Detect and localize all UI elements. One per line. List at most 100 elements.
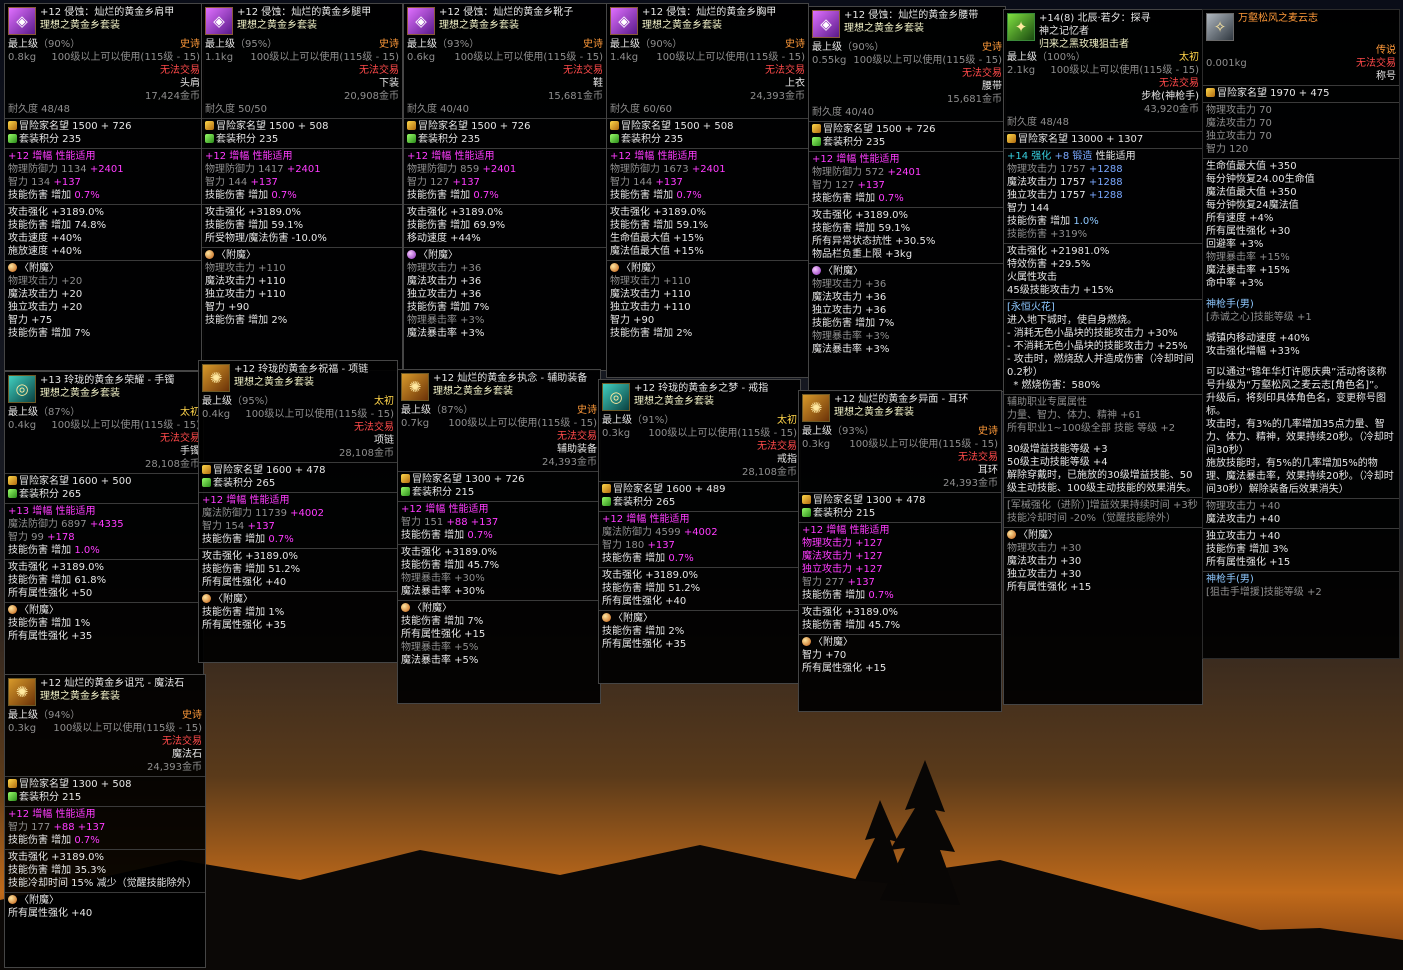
- item-slot: 腰带: [982, 81, 1002, 92]
- item-enchant-line: 独立攻击力 +20: [8, 302, 83, 313]
- item-set-points: 套装积分 235: [418, 134, 481, 145]
- item-req: 100级以上可以使用(115级 - 15): [849, 439, 998, 450]
- enchant-icon: [8, 263, 17, 272]
- item-stat: 移动速度 +44%: [407, 233, 481, 244]
- item-enchant-line: 技能伤害 增加 2%: [205, 315, 288, 326]
- job-attr-1: 力量、智力、体力、精神 +61: [1007, 410, 1142, 421]
- item-skill-dmg-val: 0.7%: [74, 835, 100, 846]
- eternal-spark-text: 进入地下城时，使自身燃烧。 - 消耗无色小晶块的技能攻击力 +30% - 不消耗…: [1007, 315, 1194, 391]
- shoes-icon: ◈: [407, 7, 435, 35]
- item-notrade: 无法交易: [359, 65, 399, 76]
- item-amp: +12 增幅 性能适用: [202, 495, 290, 506]
- title-notrade: 无法交易: [1356, 58, 1396, 69]
- item-set-points: 套装积分 265: [613, 497, 676, 508]
- title-eff-7: 回避率 +3%: [1206, 239, 1264, 250]
- item-skill-dmg-val: 0.7%: [74, 190, 100, 201]
- title-eff-6: 所有属性强化 +30: [1206, 226, 1291, 237]
- tooltip-weapon: ✦ +14(8) 北辰·若夕：探寻 神之记忆者 归来之黑玫瑰狙击者 最上级（10…: [1003, 9, 1203, 705]
- item-enchant-line: 魔法暴击率 +5%: [401, 655, 479, 666]
- title-crit-mag: 魔法暴击率 +15%: [1206, 265, 1290, 276]
- item-skill-dmg: 技能伤害 增加: [401, 530, 468, 541]
- amp-line: 魔法攻击力 +127: [802, 551, 883, 562]
- item-stat: 技能伤害 增加 45.7%: [802, 620, 901, 631]
- weapon-rarity: 太初: [1179, 52, 1199, 63]
- item-enchant-line: 物理攻击力 +110: [610, 276, 691, 287]
- title-weight: 0.001kg: [1206, 58, 1247, 69]
- fame-icon: [812, 124, 821, 133]
- item-skill-dmg: 技能伤害 增加: [812, 193, 879, 204]
- item-stat: 技能伤害 增加 51.2%: [602, 583, 701, 594]
- title-eff-4: 每分钟恢复24魔法值: [1206, 200, 1299, 211]
- item-stat: 施放速度 +40%: [8, 246, 82, 257]
- item-enchant-line: 魔法暴击率 +3%: [407, 328, 485, 339]
- item-set-points: 套装积分 265: [213, 478, 276, 489]
- item-weight: 0.3kg: [602, 428, 631, 439]
- enchant-icon: [610, 263, 619, 272]
- item-stat: 所有异常状态抗性 +30.5%: [812, 236, 936, 247]
- item-stat: 所受物理/魔法伤害 -10.0%: [205, 233, 327, 244]
- item-skill-dmg-val: 0.7%: [268, 534, 294, 545]
- item-fame: 冒险家名望 1300 + 478: [813, 495, 926, 506]
- weapon-level: 最上级: [1007, 52, 1037, 63]
- item-price: 15,681金币: [548, 91, 603, 102]
- item-stat: 技能伤害 增加 59.1%: [205, 220, 304, 231]
- item-pct: （90%）: [640, 39, 683, 50]
- item-amp: +12 增幅 性能适用: [407, 151, 495, 162]
- item-defense: 物理防御力 1134: [8, 164, 90, 175]
- weapon-weight: 2.1kg: [1007, 65, 1036, 76]
- item-pct: （90%）: [38, 39, 81, 50]
- item-enchant-line: 智力 +90: [205, 302, 250, 313]
- title-base-3: 独立攻击力 70: [1206, 131, 1272, 142]
- item-enchant-title: 〈附魔〉: [19, 895, 59, 906]
- item-name: +12 侵蚀：灿烂的黄金乡腿甲: [237, 7, 372, 18]
- item-defense: 物理防御力 572: [812, 167, 888, 178]
- item-enchant-line: 技能伤害 增加 1%: [202, 607, 285, 618]
- item-slot: 魔法石: [172, 749, 202, 760]
- item-defense-bonus: +2401: [887, 167, 922, 178]
- title-eff-2: 每分钟恢复24.00生命值: [1206, 174, 1315, 185]
- title-ex-all: 所有属性强化 +15: [1206, 557, 1291, 568]
- item-notrade: 无法交易: [757, 441, 797, 452]
- title-slot: 称号: [1376, 71, 1396, 82]
- item-int: 智力 144: [205, 177, 251, 188]
- title-eff-3: 魔法值最大值 +350: [1206, 187, 1297, 198]
- weapon-req: 100级以上可以使用(115级 - 15): [1050, 65, 1199, 76]
- item-pct: （95%）: [235, 39, 278, 50]
- item-int: 智力 277: [802, 577, 848, 588]
- item-defense: 魔法防御力 11739: [202, 508, 291, 519]
- item-stat: 技能伤害 增加 74.8%: [8, 220, 107, 231]
- item-level: 最上级: [8, 39, 38, 50]
- weapon-ind-atk-bonus: +1288: [1088, 190, 1123, 201]
- fame-icon: [8, 476, 17, 485]
- item-enchant-line: 独立攻击力 +110: [205, 289, 286, 300]
- item-price: 17,424金币: [145, 91, 200, 102]
- eternal-spark-title: [永恒火花]: [1007, 302, 1055, 313]
- item-fame: 冒险家名望 1500 + 726: [418, 121, 531, 132]
- item-stat: 攻击强化 +3189.0%: [812, 210, 909, 221]
- title-ex-ind: 独立攻击力 +40: [1206, 531, 1281, 542]
- item-defense: 魔法防御力 4599: [602, 527, 684, 538]
- enchant-icon: [8, 895, 17, 904]
- enchant-icon: [407, 250, 416, 259]
- item-req: 100级以上可以使用(115级 - 15): [454, 52, 603, 63]
- item-enchant-line: 所有属性强化 +40: [8, 908, 93, 919]
- item-price: 28,108金币: [339, 448, 394, 459]
- item-level: 最上级: [407, 39, 437, 50]
- set-points-icon: [202, 478, 211, 487]
- weapon-enchant-title: 〈附魔〉: [1018, 530, 1058, 541]
- item-level: 最上级: [8, 710, 38, 721]
- item-level: 最上级: [610, 39, 640, 50]
- weapon-ench-2: 魔法攻击力 +30: [1007, 556, 1082, 567]
- item-name: +12 侵蚀：灿烂的黄金乡肩甲: [40, 7, 175, 18]
- belt-icon: ◈: [812, 10, 840, 38]
- item-enchant-line: 所有属性强化 +35: [202, 620, 287, 631]
- item-notrade: 无法交易: [563, 65, 603, 76]
- bracelet-icon: ◎: [8, 375, 36, 403]
- item-enchant-line: 物理攻击力 +20: [8, 276, 83, 287]
- item-defense-bonus: +4002: [290, 508, 324, 519]
- cooldown-reduce: 技能冷却时间 -20%（觉醒技能除外）: [1007, 513, 1177, 524]
- set-points-icon: [401, 487, 410, 496]
- item-set: 理想之黄金乡套装: [40, 388, 120, 399]
- set-points-icon: [8, 489, 17, 498]
- set-points-icon: [610, 134, 619, 143]
